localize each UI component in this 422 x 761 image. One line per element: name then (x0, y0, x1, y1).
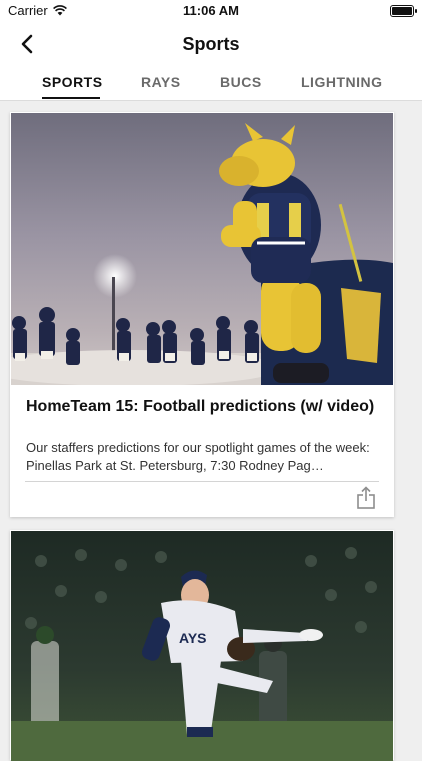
status-bar: Carrier 11:06 AM (0, 0, 422, 22)
tab-rays[interactable]: RAYS (141, 74, 181, 90)
tab-sports[interactable]: SPORTS (42, 74, 103, 90)
card-divider (25, 481, 379, 482)
baseball-pitcher-image: AYS (11, 531, 393, 761)
article-card[interactable]: AYS (10, 530, 394, 761)
football-scene-image (11, 113, 393, 385)
article-summary: Our staffers predictions for our spotlig… (26, 440, 370, 473)
article-photo-baseball[interactable]: AYS (11, 531, 393, 761)
battery-icon (390, 5, 417, 17)
tab-bar: SPORTS RAYS BUCS LIGHTNING (0, 66, 422, 101)
tab-bucs[interactable]: BUCS (220, 74, 262, 90)
navigation-bar: Sports (0, 22, 422, 66)
svg-text:AYS: AYS (179, 630, 207, 646)
article-card[interactable]: HomeTeam 15: Football predictions (w/ vi… (10, 112, 394, 517)
article-photo-football[interactable] (11, 113, 393, 385)
status-time: 11:06 AM (183, 3, 239, 18)
page-title: Sports (182, 34, 240, 54)
share-icon[interactable] (356, 486, 376, 510)
tab-lightning[interactable]: LIGHTNING (301, 74, 383, 90)
active-tab-indicator (42, 97, 100, 99)
article-headline[interactable]: HomeTeam 15: Football predictions (w/ vi… (26, 397, 376, 417)
